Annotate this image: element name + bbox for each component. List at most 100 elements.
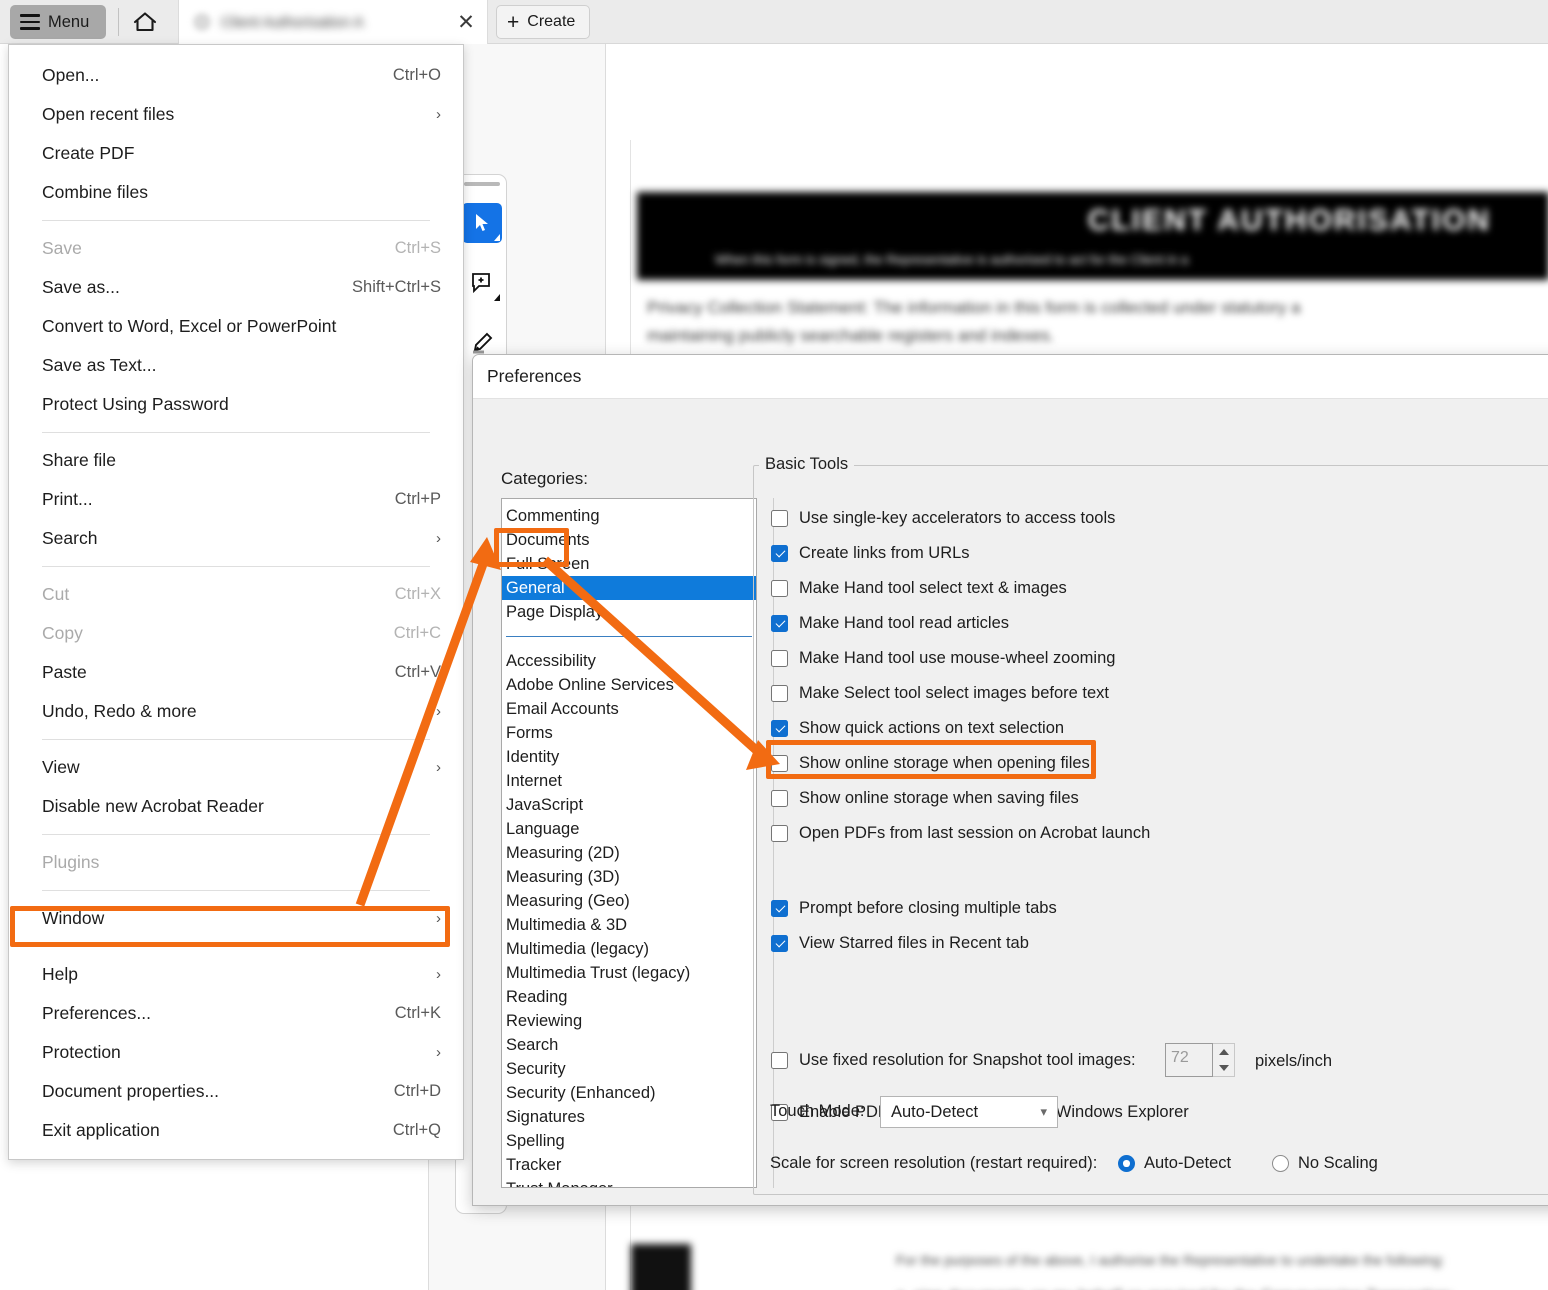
checkbox-use-single-key-accelerators-to-access-tools[interactable]: Use single-key accelerators to access to… <box>771 509 1115 528</box>
document-tab[interactable]: Client Authorisation A ✕ <box>178 0 488 44</box>
menu-item-paste[interactable]: Paste Ctrl+V <box>9 653 463 692</box>
resolution-stepper[interactable]: 72 <box>1165 1043 1235 1077</box>
menu-item-protect-using-password[interactable]: Protect Using Password <box>9 385 463 424</box>
touch-mode-select[interactable]: Auto-Detect ▾ <box>880 1096 1058 1128</box>
menu-item-share-file[interactable]: Share file <box>9 441 463 480</box>
chevron-right-icon: › <box>436 1044 441 1061</box>
category-item-measuring-geo[interactable]: Measuring (Geo) <box>502 889 756 913</box>
menu-item-combine-files[interactable]: Combine files <box>9 173 463 212</box>
menu-item-preferences[interactable]: Preferences... Ctrl+K <box>9 994 463 1033</box>
menu-item-plugins: Plugins <box>9 843 463 882</box>
menu-item-label: Document properties... <box>42 1081 220 1101</box>
category-item-tracker[interactable]: Tracker <box>502 1153 756 1177</box>
category-item-email-accounts[interactable]: Email Accounts <box>502 697 756 721</box>
menu-button[interactable]: Menu <box>10 5 106 39</box>
fixed-resolution-checkbox[interactable]: Use fixed resolution for Snapshot tool i… <box>771 1051 1136 1070</box>
category-item-multimedia-trust-legacy[interactable]: Multimedia Trust (legacy) <box>502 961 756 985</box>
checkbox-open-pdfs-from-last-session-on-acrobat-launch[interactable]: Open PDFs from last session on Acrobat l… <box>771 824 1150 843</box>
menu-item-search[interactable]: Search › <box>9 519 463 558</box>
checkbox-show-quick-actions-on-text-selection[interactable]: Show quick actions on text selection <box>771 719 1064 738</box>
menu-item-print[interactable]: Print... Ctrl+P <box>9 480 463 519</box>
category-item-reviewing[interactable]: Reviewing <box>502 1009 756 1033</box>
menu-item-convert-to-word-excel-or-powerpoint[interactable]: Convert to Word, Excel or PowerPoint <box>9 307 463 346</box>
create-button[interactable]: + Create <box>496 5 591 39</box>
checkbox-checked-icon <box>771 900 788 917</box>
scale-auto-detect-radio[interactable]: Auto-Detect <box>1118 1154 1231 1173</box>
menu-item-open-recent-files[interactable]: Open recent files › <box>9 95 463 134</box>
menu-item-label: Exit application <box>42 1120 160 1140</box>
checkbox-label: Create links from URLs <box>799 544 970 562</box>
menu-item-exit-application[interactable]: Exit application Ctrl+Q <box>9 1111 463 1150</box>
menu-separator <box>42 432 430 433</box>
category-item-page-display[interactable]: Page Display <box>502 600 756 624</box>
checkbox-create-links-from-urls[interactable]: Create links from URLs <box>771 544 970 563</box>
toolbar-divider <box>118 8 119 36</box>
checkbox-make-hand-tool-select-text-images[interactable]: Make Hand tool select text & images <box>771 579 1067 598</box>
menu-separator <box>42 220 430 221</box>
category-item-javascript[interactable]: JavaScript <box>502 793 756 817</box>
category-item-accessibility[interactable]: Accessibility <box>502 649 756 673</box>
menu-item-save-as-text[interactable]: Save as Text... <box>9 346 463 385</box>
category-item-adobe-online-services[interactable]: Adobe Online Services <box>502 673 756 697</box>
categories-list[interactable]: Commenting Documents Full Screen General Pag… <box>501 498 757 1188</box>
menu-button-label: Menu <box>48 12 90 31</box>
category-item-signatures[interactable]: Signatures <box>502 1105 756 1129</box>
home-icon[interactable] <box>128 6 162 38</box>
resolution-input[interactable]: 72 <box>1165 1043 1213 1077</box>
menu-item-save-as[interactable]: Save as... Shift+Ctrl+S <box>9 268 463 307</box>
add-comment-icon[interactable] <box>462 263 502 303</box>
menu-separator <box>42 566 430 567</box>
checkbox-make-hand-tool-read-articles[interactable]: Make Hand tool read articles <box>771 614 1009 633</box>
menu-separator <box>42 739 430 740</box>
category-item-identity[interactable]: Identity <box>502 745 756 769</box>
category-item-language[interactable]: Language <box>502 817 756 841</box>
menu-item-help[interactable]: Help › <box>9 955 463 994</box>
menu-item-open[interactable]: Open... Ctrl+O <box>9 56 463 95</box>
tab-favicon-icon <box>193 13 211 31</box>
select-tool-icon[interactable] <box>462 203 502 243</box>
category-item-internet[interactable]: Internet <box>502 769 756 793</box>
category-item-reading[interactable]: Reading <box>502 985 756 1009</box>
menu-item-create-pdf[interactable]: Create PDF <box>9 134 463 173</box>
menu-item-label: Save as Text... <box>42 355 157 375</box>
checkbox-view-starred-files-in-recent-tab[interactable]: View Starred files in Recent tab <box>771 934 1029 953</box>
menu-item-label: Paste <box>42 662 87 682</box>
resolution-spin-buttons[interactable] <box>1213 1043 1235 1077</box>
checkbox-make-hand-tool-use-mouse-wheel-zooming[interactable]: Make Hand tool use mouse-wheel zooming <box>771 649 1115 668</box>
hamburger-icon <box>20 14 40 30</box>
category-item-trust-manager[interactable]: Trust Manager <box>502 1177 756 1187</box>
checkbox-label: Use single-key accelerators to access to… <box>799 509 1116 527</box>
comment-tool-caret-icon[interactable] <box>494 294 500 301</box>
menu-item-label: Convert to Word, Excel or PowerPoint <box>42 316 337 336</box>
category-item-security[interactable]: Security <box>502 1057 756 1081</box>
menu-item-disable-new-acrobat-reader[interactable]: Disable new Acrobat Reader <box>9 787 463 826</box>
select-tool-caret-icon[interactable] <box>494 234 500 241</box>
app-toolbar: Menu Client Authorisation A ✕ + Create <box>0 0 1548 44</box>
category-item-spelling[interactable]: Spelling <box>502 1129 756 1153</box>
checkbox-checked-icon <box>771 615 788 632</box>
tab-close-icon[interactable]: ✕ <box>453 9 479 35</box>
menu-item-undo-redo-more[interactable]: Undo, Redo & more › <box>9 692 463 731</box>
menu-item-label: Create PDF <box>42 143 135 163</box>
category-item-security-enhanced[interactable]: Security (Enhanced) <box>502 1081 756 1105</box>
menu-item-label: Open recent files <box>42 104 175 124</box>
palette-drag-handle[interactable] <box>464 182 500 186</box>
menu-item-view[interactable]: View › <box>9 748 463 787</box>
category-item-commenting[interactable]: Commenting <box>502 504 756 528</box>
menu-item-document-properties[interactable]: Document properties... Ctrl+D <box>9 1072 463 1111</box>
scale-no-scaling-radio[interactable]: No Scaling <box>1272 1154 1378 1173</box>
category-item-multimedia-3d[interactable]: Multimedia & 3D <box>502 913 756 937</box>
category-item-multimedia-legacy[interactable]: Multimedia (legacy) <box>502 937 756 961</box>
spin-up-icon[interactable] <box>1213 1044 1234 1060</box>
checkbox-make-select-tool-select-images-before-text[interactable]: Make Select tool select images before te… <box>771 684 1109 703</box>
spin-down-icon[interactable] <box>1213 1060 1234 1076</box>
checkbox-prompt-before-closing-multiple-tabs[interactable]: Prompt before closing multiple tabs <box>771 899 1057 918</box>
category-item-measuring-2d[interactable]: Measuring (2D) <box>502 841 756 865</box>
menu-item-protection[interactable]: Protection › <box>9 1033 463 1072</box>
category-item-measuring-3d[interactable]: Measuring (3D) <box>502 865 756 889</box>
category-item-general[interactable]: General <box>502 576 756 600</box>
category-item-search[interactable]: Search <box>502 1033 756 1057</box>
document-side-bar <box>631 1244 691 1290</box>
checkbox-show-online-storage-when-saving-files[interactable]: Show online storage when saving files <box>771 789 1079 808</box>
category-item-forms[interactable]: Forms <box>502 721 756 745</box>
